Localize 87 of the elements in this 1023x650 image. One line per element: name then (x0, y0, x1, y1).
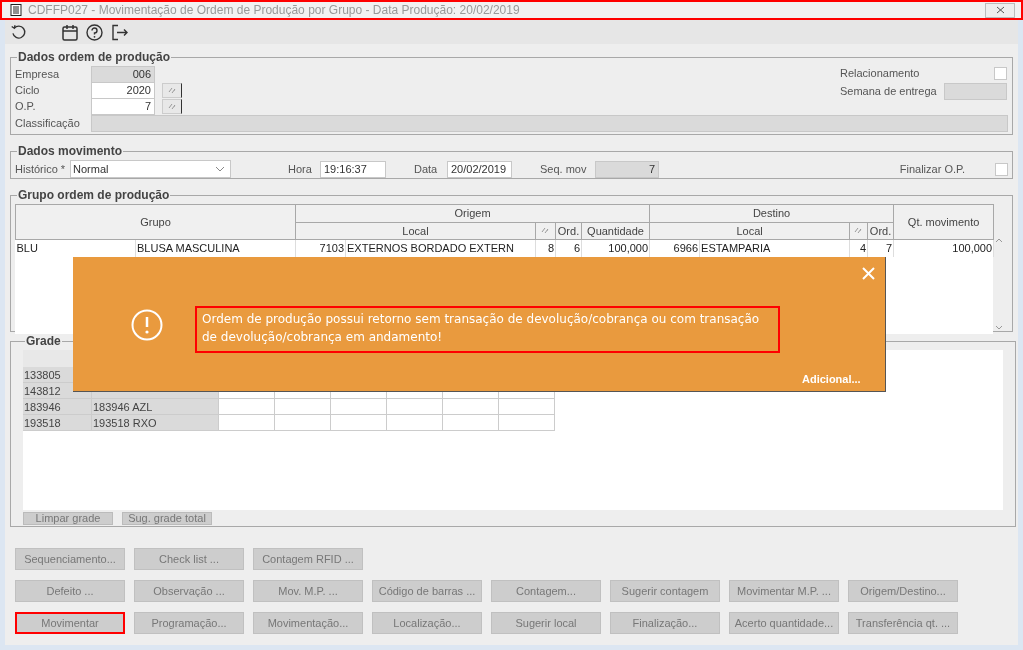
table-cell: 183946 (23, 399, 92, 414)
action-button[interactable]: Mov. M.P. ... (253, 580, 363, 602)
action-button[interactable]: Acerto quantidade... (729, 612, 839, 634)
checkbox[interactable] (994, 67, 1007, 80)
action-button[interactable]: Programação... (134, 612, 244, 634)
close-icon[interactable] (862, 267, 875, 280)
grade-button[interactable]: Limpar grade (23, 512, 113, 525)
field-label: Empresa (15, 66, 61, 82)
table-cell: ESTAMPARIA (699, 239, 850, 257)
table-cell: 6966 (649, 239, 700, 257)
action-button[interactable]: Sugerir contagem (610, 580, 720, 602)
help-icon[interactable] (86, 23, 103, 41)
column-header: Local (736, 224, 763, 237)
action-button[interactable]: Localização... (372, 612, 482, 634)
table-cell: 100,000 (581, 239, 650, 257)
action-button[interactable]: Movimentar M.P. ... (729, 580, 839, 602)
section-title: Dados ordem de produção (17, 49, 172, 66)
action-button[interactable]: Sequenciamento... (15, 548, 125, 570)
column-header: Ord. (869, 224, 892, 237)
action-button[interactable]: Movimentação... (253, 612, 363, 634)
scroll-down-icon (995, 325, 1003, 330)
toast-message: Ordem de produção possui retorno sem transação de devolução/cobrança ou com transação de devolução/cobrança em andamento! (195, 306, 780, 353)
exit-icon[interactable] (111, 23, 128, 41)
action-button[interactable]: Defeito ... (15, 580, 125, 602)
lookup-button[interactable] (162, 98, 182, 114)
column-header: Destino (752, 207, 791, 219)
section-title: Grupo ordem de produção (17, 187, 171, 204)
field-label: Data (414, 162, 438, 175)
action-button[interactable]: Origem/Destino... (848, 580, 958, 602)
field-label: Ciclo (15, 82, 41, 98)
column-header: Local (402, 224, 429, 237)
field-label: Relacionamento (840, 67, 920, 80)
close-icon (995, 6, 1005, 14)
table-cell: BLUSA MASCULINA (135, 239, 296, 257)
hatch-icon (167, 102, 177, 110)
checkbox[interactable] (995, 162, 1008, 176)
table-cell: 6 (555, 239, 582, 257)
field-label: Semana de entrega (840, 84, 937, 97)
input-field[interactable]: 20/02/2019 (447, 160, 512, 178)
action-button[interactable]: Contagem... (491, 580, 601, 602)
field-label: O.P. (15, 98, 37, 114)
scroll-up-icon (995, 238, 1003, 243)
field-label: Finalizar O.P. (899, 162, 965, 175)
window-icon (10, 4, 22, 16)
section-title: Grade (25, 333, 62, 350)
input-field[interactable]: 19:16:37 (320, 160, 386, 178)
hatch-icon (167, 86, 177, 94)
action-button[interactable]: Finalização... (610, 612, 720, 634)
section-title: Dados movimento (17, 143, 123, 160)
column-header: Quantidade (587, 224, 644, 237)
field-label: Hora (288, 162, 312, 175)
column-header: Grupo (140, 215, 171, 228)
column-header: Origem (454, 207, 491, 219)
action-button[interactable]: Observação ... (134, 580, 244, 602)
calendar-icon[interactable] (62, 23, 78, 41)
window-title: CDFFP027 - Movimentação de Ordem de Produção por Grupo - Data Produção: 20/02/2019 (28, 2, 521, 19)
field-label: Classificação (15, 116, 81, 132)
action-button[interactable]: Movimentar (15, 612, 125, 634)
table-cell: 100,000 (893, 239, 994, 257)
dropdown[interactable]: Normal (70, 160, 231, 178)
refresh-icon[interactable] (10, 23, 27, 41)
table-cell: EXTERNOS BORDADO EXTERN (345, 239, 536, 257)
table-cell: 7103 (295, 239, 346, 257)
warning-icon (131, 309, 163, 341)
hatch-icon (541, 227, 550, 235)
table-cell: 193518 RXO (92, 415, 219, 430)
field-label: Histórico * (15, 161, 67, 177)
table-cell: 193518 (23, 415, 92, 430)
chevron-down-icon (215, 166, 225, 172)
lookup-button[interactable] (162, 82, 182, 98)
close-button[interactable] (985, 2, 1015, 18)
grade-button[interactable]: Sug. grade total (122, 512, 212, 525)
hatch-icon (854, 227, 864, 235)
table-cell: 7 (867, 239, 894, 257)
column-header: Ord. (557, 224, 580, 237)
table-cell: BLU (15, 239, 136, 257)
table-cell: 4 (849, 239, 868, 257)
action-button[interactable]: Transferência qt. ... (848, 612, 958, 634)
action-button[interactable]: Check list ... (134, 548, 244, 570)
action-button[interactable]: Código de barras ... (372, 580, 482, 602)
table-cell: 8 (535, 239, 556, 257)
column-header: Qt. movimento (907, 215, 980, 228)
details-link[interactable]: Adicional... (802, 371, 861, 388)
table-cell: 183946 AZL (92, 399, 219, 414)
field-label: Seq. mov (540, 162, 587, 175)
action-button[interactable]: Contagem RFID ... (253, 548, 363, 570)
action-button[interactable]: Sugerir local (491, 612, 601, 634)
